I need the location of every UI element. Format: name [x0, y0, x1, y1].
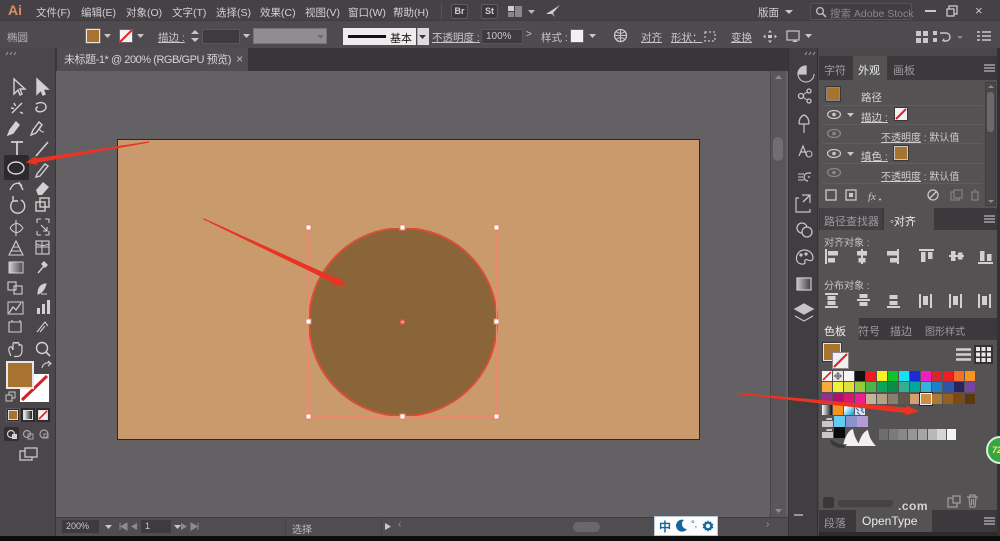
svg-text:fx: fx — [868, 191, 876, 202]
